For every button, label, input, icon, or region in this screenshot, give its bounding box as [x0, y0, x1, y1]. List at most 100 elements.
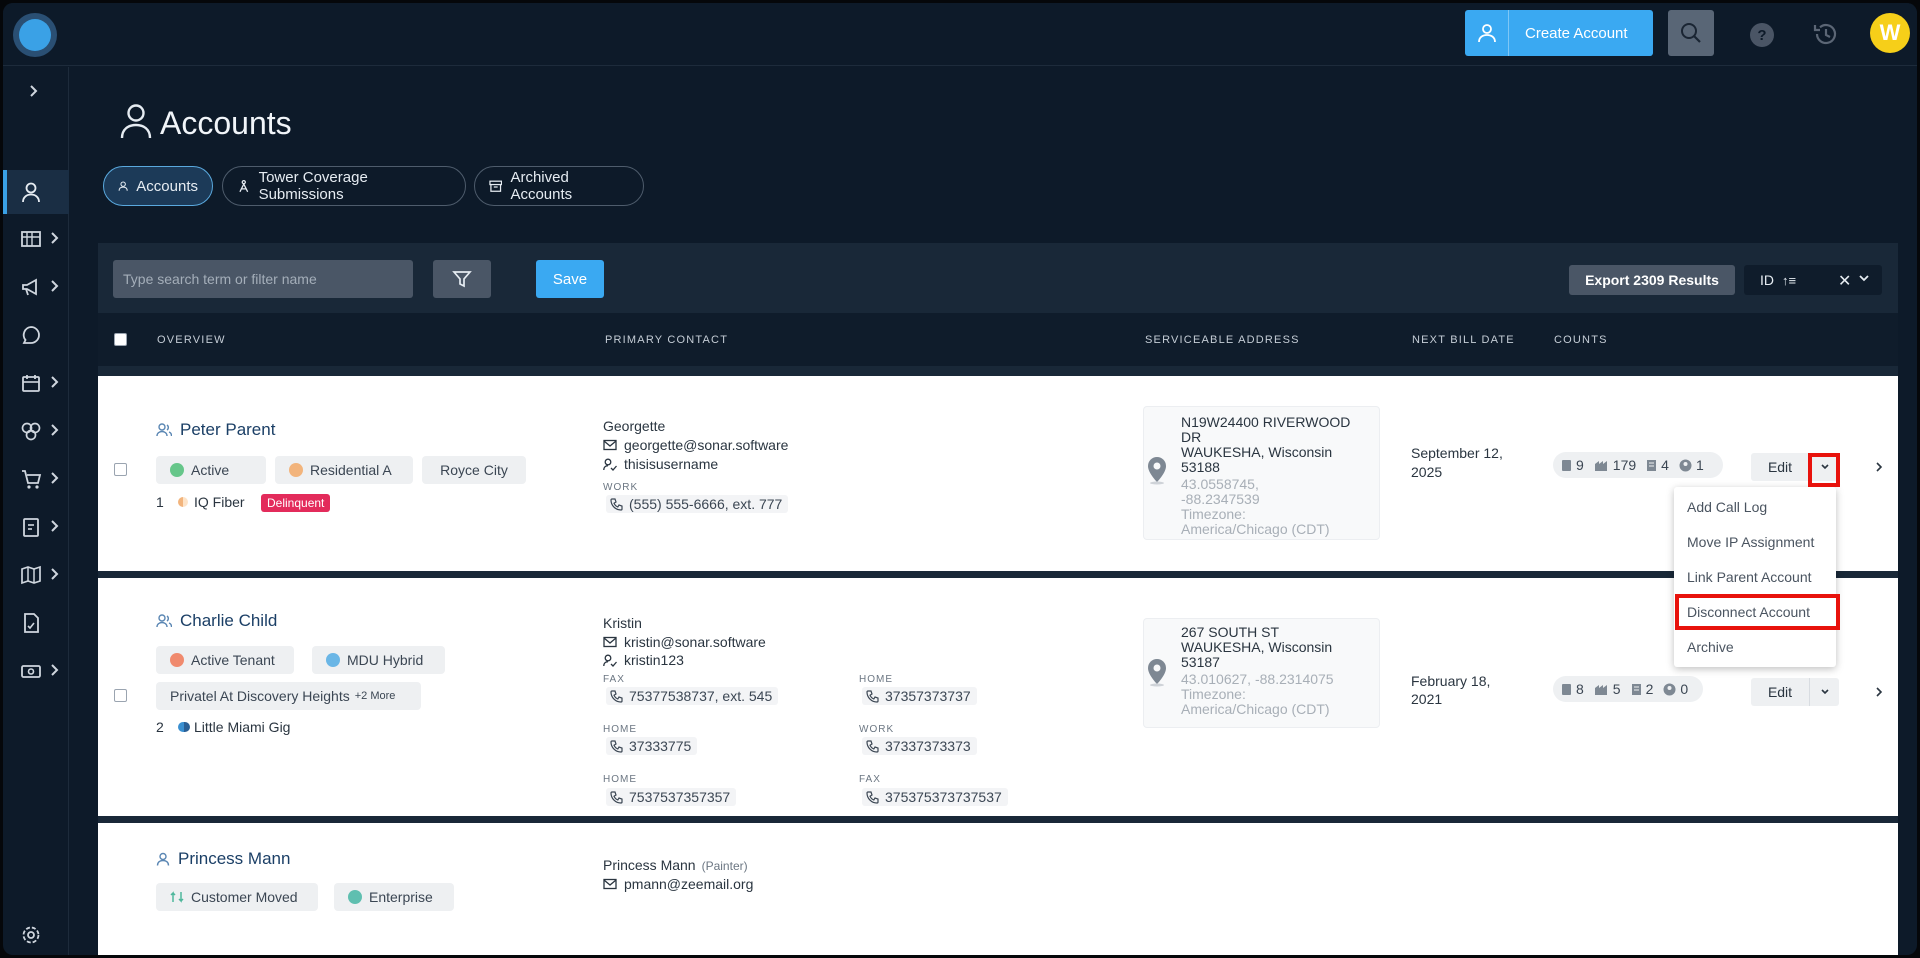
- account-type-pill: Enterprise: [334, 883, 454, 911]
- address-line-1: N19W24400 RIVERWOOD: [1181, 414, 1351, 430]
- account-name-link[interactable]: Peter Parent: [156, 420, 275, 440]
- save-button[interactable]: Save: [536, 260, 604, 298]
- row-actions: Edit: [1751, 678, 1839, 706]
- phone-icon: [610, 689, 623, 703]
- chevron-down-icon[interactable]: [1858, 272, 1870, 284]
- contact-name-wrap: Princess Mann (Painter): [603, 857, 748, 873]
- sidebar-item-devices[interactable]: [3, 649, 69, 693]
- sidebar-expand-toggle[interactable]: [3, 70, 69, 114]
- counts-group[interactable]: 9 179 4 1: [1553, 452, 1723, 478]
- sidebar-item-calendar[interactable]: [3, 361, 69, 405]
- row-checkbox[interactable]: [114, 689, 127, 702]
- edit-label: Edit: [1767, 459, 1793, 475]
- edit-button[interactable]: Edit: [1751, 453, 1809, 481]
- chevron-right-icon: [51, 568, 59, 580]
- bill-date-line-1: February 18,: [1411, 673, 1491, 689]
- chevron-right-icon: [30, 85, 38, 97]
- tab-archived-accounts[interactable]: Archived Accounts: [474, 166, 644, 206]
- edit-button[interactable]: Edit: [1751, 678, 1809, 706]
- address-card[interactable]: 267 SOUTH ST WAUKESHA, Wisconsin 53187 4…: [1143, 618, 1380, 728]
- sidebar-item-network[interactable]: [3, 409, 69, 453]
- timezone-value: America/Chicago (CDT): [1181, 521, 1330, 537]
- phone-number[interactable]: 37333775: [606, 737, 698, 755]
- tab-tower-coverage[interactable]: Tower Coverage Submissions: [222, 166, 466, 206]
- app-logo[interactable]: [13, 13, 57, 57]
- contact-name: Princess Mann: [603, 857, 696, 873]
- address-card[interactable]: N19W24400 RIVERWOOD DR WAUKESHA, Wiscons…: [1143, 406, 1380, 540]
- menu-item-add-call-log[interactable]: Add Call Log: [1674, 492, 1836, 522]
- menu-item-archive[interactable]: Archive: [1674, 632, 1836, 662]
- service-link[interactable]: Little Miami Gig: [178, 719, 290, 735]
- sidebar-item-accounts[interactable]: [3, 170, 69, 214]
- tab-accounts[interactable]: Accounts: [103, 166, 213, 206]
- account-name-link[interactable]: Princess Mann: [156, 849, 290, 869]
- search-input[interactable]: [113, 260, 413, 298]
- sidebar-item-reports[interactable]: [3, 601, 69, 645]
- contact-email[interactable]: kristin@sonar.software: [603, 634, 766, 650]
- counts-group[interactable]: 8 5 2 0: [1553, 676, 1703, 702]
- phone-number[interactable]: 37337373373: [862, 737, 977, 755]
- table-row[interactable]: Peter Parent Active Residential A Royce …: [98, 376, 1898, 571]
- highlight-disconnect-account: [1675, 594, 1840, 630]
- phone-number[interactable]: 7537537357357: [606, 788, 737, 806]
- menu-item-link-parent-account[interactable]: Link Parent Account: [1674, 562, 1836, 592]
- menu-item-move-ip-assignment[interactable]: Move IP Assignment: [1674, 527, 1836, 557]
- accounts-panel: Save Export 2309 Results ID ↑≡ ✕ OVERVIE…: [98, 243, 1898, 955]
- contact-username-text: kristin123: [624, 652, 684, 668]
- phone-number[interactable]: 375375373737537: [862, 788, 1008, 806]
- contact-email[interactable]: georgette@sonar.software: [603, 437, 788, 453]
- actions-dropdown-toggle[interactable]: [1809, 678, 1839, 706]
- more-groups-link[interactable]: +2 More: [355, 690, 396, 702]
- sidebar-item-tickets[interactable]: [3, 505, 69, 549]
- help-icon[interactable]: ?: [1750, 23, 1774, 47]
- sidebar-item-settings[interactable]: [3, 913, 69, 955]
- phone-label: WORK: [603, 482, 639, 493]
- phone-icon: [866, 739, 879, 753]
- top-bar: Create Account ? W: [3, 3, 1917, 66]
- account-name: Peter Parent: [180, 420, 276, 439]
- contact-username: thisisusername: [603, 456, 718, 472]
- sidebar-item-messages[interactable]: [3, 313, 69, 357]
- network-circles-icon: [21, 422, 41, 441]
- account-type-label: Enterprise: [369, 889, 433, 905]
- row-checkbox[interactable]: [114, 463, 127, 476]
- account-name-link[interactable]: Charlie Child: [156, 611, 277, 631]
- status-pill-label: Active Tenant: [191, 652, 275, 668]
- sidebar-item-marketing[interactable]: [3, 265, 69, 309]
- col-serviceable-address: SERVICEABLE ADDRESS: [1145, 334, 1300, 346]
- select-all-checkbox[interactable]: [114, 333, 127, 346]
- export-results-button[interactable]: Export 2309 Results: [1569, 265, 1735, 295]
- contact-email-text: pmann@zeemail.org: [624, 876, 754, 892]
- group-pill[interactable]: Privatel At Discovery Heights +2 More: [156, 682, 421, 710]
- sort-label: ID: [1760, 272, 1774, 288]
- sidebar-item-inventory[interactable]: [3, 457, 69, 501]
- sidebar-item-maps[interactable]: [3, 553, 69, 597]
- timezone-label: Timezone:: [1181, 506, 1246, 522]
- table-row[interactable]: Charlie Child Active Tenant MDU Hybrid P…: [98, 578, 1898, 816]
- phone-number-text: 37333775: [629, 738, 692, 754]
- bill-date-line-1: September 12,: [1411, 445, 1503, 461]
- parent-account-icon: [156, 423, 172, 437]
- service-link[interactable]: IQ Fiber: [178, 494, 245, 510]
- chevron-right-icon[interactable]: [1873, 460, 1885, 474]
- invoices-count-value: 2: [1645, 681, 1654, 697]
- phone-label: HOME: [603, 774, 637, 785]
- account-type-dot: [326, 653, 340, 667]
- filter-button[interactable]: [433, 260, 491, 298]
- create-account-label: Create Account: [1525, 24, 1628, 42]
- phone-number[interactable]: 75377538737, ext. 545: [606, 687, 779, 705]
- sidebar-item-billing[interactable]: [3, 217, 69, 261]
- user-avatar[interactable]: W: [1870, 13, 1910, 53]
- history-icon[interactable]: [1812, 20, 1840, 53]
- global-search-button[interactable]: [1668, 10, 1714, 56]
- clear-sort-icon[interactable]: ✕: [1838, 271, 1851, 291]
- phone-number[interactable]: (555) 555-6666, ext. 777: [606, 495, 789, 513]
- table-row[interactable]: Princess Mann Customer Moved Enterprise …: [98, 823, 1898, 955]
- contact-email[interactable]: pmann@zeemail.org: [603, 876, 753, 892]
- tab-tower-coverage-label: Tower Coverage Submissions: [258, 169, 368, 203]
- address-line-2: DR: [1181, 429, 1202, 445]
- create-account-button[interactable]: Create Account: [1465, 10, 1653, 56]
- phone-number[interactable]: 37357373737: [862, 687, 977, 705]
- sort-select[interactable]: ID ↑≡ ✕: [1744, 265, 1882, 295]
- chevron-right-icon[interactable]: [1873, 685, 1885, 699]
